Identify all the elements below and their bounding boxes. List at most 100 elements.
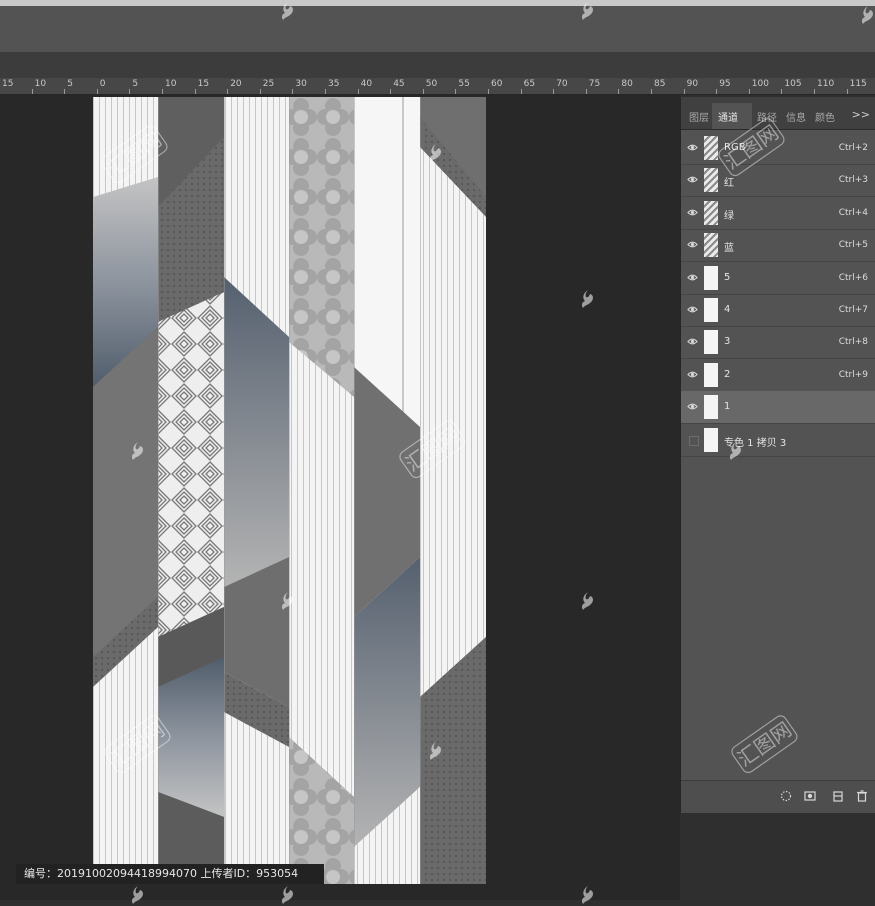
ruler-tick-label: 90 bbox=[686, 79, 699, 89]
channel-shortcut: Ctrl+7 bbox=[838, 305, 868, 315]
ruler-tick bbox=[390, 89, 392, 94]
eye-icon[interactable] bbox=[687, 207, 698, 218]
watermark-icon bbox=[729, 442, 741, 460]
trash-icon[interactable] bbox=[855, 789, 869, 803]
watermark-icon bbox=[281, 2, 293, 20]
channel-thumbnail bbox=[704, 395, 718, 420]
channel-row[interactable]: 1 bbox=[681, 391, 875, 425]
channel-shortcut: Ctrl+8 bbox=[838, 337, 868, 348]
watermark-logo: 汇图网 bbox=[101, 125, 168, 184]
horizontal-ruler[interactable]: 15 10 5 0 5 10 15 20 25 30 35 40 45 50 55 60 65 70 75 80 85 9… bbox=[0, 78, 875, 95]
channel-name: 蓝 bbox=[724, 243, 734, 255]
ruler-tick bbox=[194, 89, 196, 94]
ruler-tick bbox=[325, 89, 326, 94]
ruler-tick bbox=[162, 89, 163, 94]
channel-name: 4 bbox=[724, 304, 731, 315]
channel-shortcut: Ctrl+2 bbox=[838, 143, 868, 153]
channel-name: 2 bbox=[724, 368, 731, 380]
ruler-tick bbox=[64, 89, 66, 94]
ruler-tick-label: 110 bbox=[817, 79, 835, 89]
ruler-tick-label: 10 bbox=[165, 79, 177, 89]
watermark-icon bbox=[581, 592, 593, 610]
channel-name: 3 bbox=[724, 336, 731, 348]
channel-name: 5 bbox=[724, 271, 731, 283]
watermark-icon bbox=[429, 144, 441, 162]
channel-shortcut: Ctrl+6 bbox=[838, 272, 868, 283]
ruler-tick-label: 35 bbox=[328, 79, 340, 89]
eye-icon[interactable] bbox=[687, 174, 698, 185]
ruler-tick bbox=[683, 89, 685, 94]
channel-row[interactable]: 4 Ctrl+7 bbox=[681, 294, 875, 327]
channel-thumbnail bbox=[704, 200, 718, 225]
watermark-icon bbox=[131, 442, 143, 460]
channel-thumbnail bbox=[704, 330, 718, 355]
channel-row[interactable]: 蓝 Ctrl+5 bbox=[681, 229, 875, 263]
ruler-tick-label: 20 bbox=[230, 79, 242, 89]
ruler-tick-label: 15 bbox=[197, 79, 210, 89]
ruler-tick-label: 5 bbox=[67, 79, 73, 89]
ruler-tick-label: 85 bbox=[654, 79, 666, 89]
channel-name: 1 bbox=[724, 401, 731, 413]
watermark-icon bbox=[281, 592, 293, 610]
eye-icon[interactable] bbox=[687, 272, 698, 283]
tab-color[interactable]: 颜色 bbox=[815, 109, 835, 124]
ruler-tick bbox=[292, 89, 294, 94]
channel-thumbnail bbox=[704, 427, 718, 452]
watermark-logo: 汇图网 bbox=[104, 715, 171, 774]
watermark-logo: 汇图网 bbox=[718, 118, 785, 177]
watermark-icon bbox=[131, 886, 143, 904]
channel-thumbnail bbox=[704, 362, 718, 387]
eye-icon[interactable] bbox=[687, 336, 698, 347]
ruler-tick bbox=[748, 89, 750, 94]
ruler-tick bbox=[455, 89, 457, 94]
watermark-icon bbox=[281, 886, 293, 904]
ruler-tick bbox=[227, 89, 229, 94]
ruler-tick-label: 70 bbox=[556, 79, 568, 89]
channel-row[interactable]: 绿 Ctrl+4 bbox=[681, 197, 875, 230]
load-selection-icon[interactable] bbox=[779, 789, 793, 803]
ruler-tick-label: 50 bbox=[425, 79, 438, 89]
ruler-tick-label: 55 bbox=[458, 79, 470, 89]
eye-icon[interactable] bbox=[687, 304, 698, 315]
ruler-tick-label: 105 bbox=[784, 79, 802, 89]
ruler-tick bbox=[781, 89, 783, 94]
save-selection-icon[interactable] bbox=[803, 789, 817, 803]
ruler-tick bbox=[716, 89, 718, 94]
watermark-logo: 汇图网 bbox=[399, 420, 466, 479]
channel-row[interactable]: 5 Ctrl+6 bbox=[681, 262, 875, 295]
visibility-toggle[interactable] bbox=[689, 435, 699, 446]
channel-shortcut: Ctrl+4 bbox=[838, 207, 868, 218]
image-id-caption: 编号：20191002094418994070 上传者ID：953054 bbox=[16, 864, 324, 884]
ruler-tick bbox=[553, 89, 555, 94]
ruler-tick bbox=[129, 89, 131, 94]
ruler-tick-label: 5 bbox=[132, 79, 139, 89]
eye-icon[interactable] bbox=[687, 142, 698, 153]
ruler-tick bbox=[96, 89, 98, 94]
new-channel-icon[interactable] bbox=[831, 789, 845, 803]
eye-icon[interactable] bbox=[687, 369, 698, 380]
ruler-tick-label: 80 bbox=[621, 79, 633, 89]
channel-row[interactable]: 2 Ctrl+9 bbox=[681, 359, 875, 392]
channel-shortcut: Ctrl+3 bbox=[838, 175, 868, 186]
watermark-logo: 汇图网 bbox=[731, 715, 798, 774]
ruler-tick-label: 15 bbox=[2, 79, 14, 89]
eye-icon[interactable] bbox=[687, 401, 698, 412]
watermark-icon bbox=[429, 742, 441, 760]
ruler-tick bbox=[520, 89, 522, 94]
eye-icon[interactable] bbox=[687, 239, 698, 250]
channel-shortcut: Ctrl+5 bbox=[838, 240, 868, 251]
ruler-tick bbox=[846, 89, 848, 94]
ruler-tick-label: 0 bbox=[99, 79, 106, 89]
ruler-tick bbox=[651, 89, 652, 94]
ruler-tick bbox=[585, 89, 587, 94]
channel-row[interactable]: 专色 1 拷贝 3 bbox=[681, 424, 875, 457]
channel-thumbnail bbox=[704, 233, 718, 258]
channel-thumbnail bbox=[704, 265, 718, 290]
channel-row[interactable]: 3 Ctrl+8 bbox=[681, 326, 875, 360]
channel-name: 绿 bbox=[724, 210, 734, 222]
panel-menu-button[interactable]: >> bbox=[852, 108, 870, 121]
ruler-tick-label: 10 bbox=[34, 79, 47, 89]
ruler-tick-label: 60 bbox=[491, 79, 503, 89]
ruler-tick-label: 115 bbox=[849, 79, 867, 89]
tab-layers[interactable]: 图层 bbox=[689, 109, 709, 124]
